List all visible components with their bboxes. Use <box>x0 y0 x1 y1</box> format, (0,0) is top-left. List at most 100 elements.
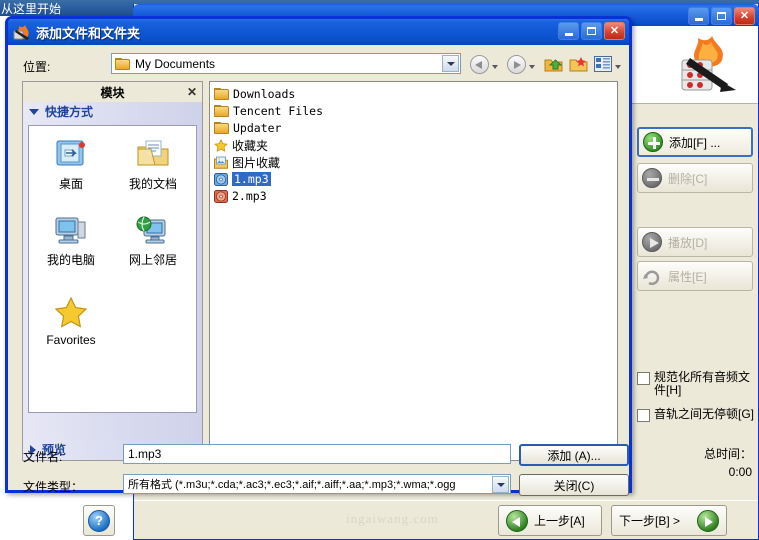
network-neighborhood-icon <box>135 214 171 246</box>
delete-button-label: 删除[C] <box>668 170 707 187</box>
close-button[interactable]: 关闭(C) <box>519 474 629 496</box>
plus-circle-icon <box>643 132 663 152</box>
shortcuts-grid: 桌面 我的文档 <box>28 125 197 413</box>
views-dropdown-icon[interactable] <box>615 65 621 69</box>
list-item-label: 收藏夹 <box>232 137 268 154</box>
my-documents-icon <box>135 138 171 170</box>
delete-button[interactable]: 删除[C] <box>637 163 753 193</box>
help-button[interactable]: ? <box>83 505 115 536</box>
properties-button-label: 属性[E] <box>668 268 707 285</box>
shortcut-my-documents[interactable]: 我的文档 <box>115 138 191 192</box>
play-button-label: 播放[D] <box>668 234 707 251</box>
next-step-button[interactable]: 下一步[B] > <box>611 505 727 536</box>
file-list[interactable]: Downloads Tencent Files Updater 收藏夹 <box>209 81 618 461</box>
new-folder-button[interactable] <box>569 53 588 75</box>
play-circle-icon <box>642 232 662 252</box>
total-time-label: 总时间： <box>704 445 752 462</box>
mp3-file-icon <box>214 190 228 203</box>
forward-button[interactable] <box>507 53 535 75</box>
list-item[interactable]: 2.mp3 <box>214 188 267 204</box>
add-button-label: 添加[F] ... <box>669 134 720 151</box>
up-one-level-button[interactable] <box>544 53 563 75</box>
minimize-button[interactable] <box>688 7 709 25</box>
list-item-label: 2.mp3 <box>232 189 267 203</box>
mp3-file-icon <box>214 173 228 186</box>
location-value: My Documents <box>135 57 215 71</box>
dialog-maximize-button[interactable] <box>581 22 602 40</box>
filename-value: 1.mp3 <box>128 447 161 461</box>
list-item[interactable]: Downloads <box>214 86 295 102</box>
normalize-audio-checkbox[interactable] <box>637 372 650 385</box>
shortcuts-panel-title: 模块 <box>100 84 124 101</box>
list-item-label: 图片收藏 <box>232 154 280 171</box>
previous-step-label: 上一步[A] <box>534 512 585 529</box>
shortcut-favorites[interactable]: Favorites <box>33 296 109 347</box>
back-button[interactable] <box>470 53 498 75</box>
dialog-minimize-button[interactable] <box>558 22 579 40</box>
shortcuts-group-header[interactable]: 快捷方式 <box>23 102 202 121</box>
watermark-text: ingaiwang.com <box>346 511 439 527</box>
normalize-audio-checkbox-row[interactable]: 规范化所有音频文件[H] <box>637 371 757 397</box>
shortcut-network-neighborhood[interactable]: 网上邻居 <box>115 214 191 268</box>
nero-burning-disc-logo <box>670 32 742 98</box>
no-pause-checkbox-row[interactable]: 音轨之间无停顿[G] <box>637 408 757 422</box>
dialog-title: 添加文件和文件夹 <box>36 23 140 42</box>
no-pause-checkbox[interactable] <box>637 409 650 422</box>
list-item-label: Downloads <box>233 87 295 101</box>
views-button[interactable] <box>594 53 621 75</box>
dialog-close-button[interactable]: ✕ <box>604 22 625 40</box>
shortcut-desktop-label: 桌面 <box>33 175 109 192</box>
right-arrow-icon <box>697 510 719 532</box>
forward-dropdown-icon[interactable] <box>529 65 535 69</box>
shortcut-desktop[interactable]: 桌面 <box>33 138 109 192</box>
maximize-button[interactable] <box>711 7 732 25</box>
background-window-controls: ✕ <box>688 7 755 25</box>
chevron-down-icon[interactable] <box>442 55 459 72</box>
wizard-bottom-bar: ? ingaiwang.com 上一步[A] 下一步[B] > <box>134 500 758 539</box>
screen: 从这里开始 ✕ <box>0 0 759 540</box>
add-button[interactable]: 添加 (A)... <box>519 444 629 466</box>
back-dropdown-icon[interactable] <box>492 65 498 69</box>
play-button[interactable]: 播放[D] <box>637 227 753 257</box>
forward-arrow-icon <box>507 55 526 74</box>
shortcut-network-neighborhood-label: 网上邻居 <box>115 251 191 268</box>
my-pictures-icon <box>214 156 228 169</box>
shortcuts-group-label: 快捷方式 <box>45 103 93 120</box>
total-time-value: 0:00 <box>729 465 752 479</box>
folder-icon <box>115 58 130 70</box>
add-button[interactable]: 添加[F] ... <box>637 127 753 157</box>
list-item[interactable]: 1.mp3 <box>214 171 271 187</box>
shortcuts-panel: 模块 ✕ 快捷方式 <box>22 81 203 461</box>
shortcut-my-computer-label: 我的电脑 <box>33 251 109 268</box>
location-label: 位置: <box>23 58 50 75</box>
shortcuts-panel-header: 模块 ✕ <box>23 82 202 102</box>
filetype-combobox[interactable]: 所有格式 (*.m3u;*.cda;*.ac3;*.ec3;*.aif;*.ai… <box>123 474 511 494</box>
chevron-down-icon[interactable] <box>492 476 509 493</box>
dialog-titlebar: 添加文件和文件夹 ✕ <box>8 19 629 45</box>
chevron-down-icon <box>29 109 39 115</box>
help-icon: ? <box>88 510 110 532</box>
close-icon[interactable]: ✕ <box>187 85 197 99</box>
filename-input[interactable]: 1.mp3 <box>123 444 511 464</box>
list-item[interactable]: Tencent Files <box>214 103 323 119</box>
list-item-label: Tencent Files <box>233 104 323 118</box>
location-combobox[interactable]: My Documents <box>111 53 461 74</box>
list-item[interactable]: 图片收藏 <box>214 154 280 170</box>
shortcut-my-documents-label: 我的文档 <box>115 175 191 192</box>
list-item[interactable]: 收藏夹 <box>214 137 268 153</box>
filetype-value: 所有格式 (*.m3u;*.cda;*.ac3;*.ec3;*.aif;*.ai… <box>128 476 456 492</box>
favorites-star-icon <box>53 296 89 328</box>
list-item[interactable]: Updater <box>214 120 281 136</box>
folder-icon <box>214 122 229 134</box>
nero-flame-icon <box>13 24 31 40</box>
close-button[interactable]: ✕ <box>734 7 755 25</box>
close-button-label: 关闭(C) <box>554 477 595 494</box>
normalize-audio-label: 规范化所有音频文件[H] <box>654 371 757 397</box>
shortcut-my-computer[interactable]: 我的电脑 <box>33 214 109 268</box>
add-files-dialog: 添加文件和文件夹 ✕ 位置: My Documents <box>5 16 632 493</box>
properties-button[interactable]: 属性[E] <box>637 261 753 291</box>
dialog-window-controls: ✕ <box>558 22 625 40</box>
previous-step-button[interactable]: 上一步[A] <box>498 505 602 536</box>
taskbar-start-text: 从这里开始 <box>1 0 61 17</box>
dialog-body: 位置: My Documents <box>8 45 629 490</box>
